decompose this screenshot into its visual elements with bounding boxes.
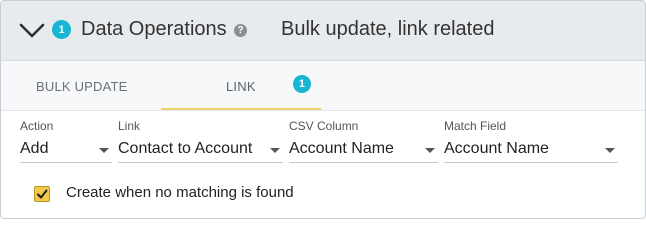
dropdown-arrow-icon: [99, 148, 109, 153]
csv-column-value: Account Name: [289, 140, 394, 157]
panel-header: 1 Data Operations ? Bulk update, link re…: [1, 1, 645, 61]
tab-link[interactable]: LINK 1: [161, 61, 321, 110]
link-select[interactable]: Contact to Account: [118, 135, 283, 163]
tab-bar: BULK UPDATE LINK 1: [1, 61, 645, 111]
data-operations-panel: 1 Data Operations ? Bulk update, link re…: [0, 0, 646, 219]
tab-label: LINK: [226, 79, 256, 94]
link-value: Contact to Account: [118, 140, 253, 157]
dropdown-arrow-icon: [605, 148, 615, 153]
csv-column-select[interactable]: Account Name: [289, 135, 438, 163]
dropdown-arrow-icon: [270, 148, 280, 153]
count-badge: 1: [52, 20, 71, 39]
tab-count-badge: 1: [293, 75, 311, 93]
dropdown-arrow-icon: [425, 148, 435, 153]
match-field-label: Match Field: [444, 119, 507, 133]
link-label: Link: [118, 119, 141, 133]
checkmark-icon: [37, 189, 48, 199]
create-when-no-match-label: Create when no matching is found: [66, 184, 294, 201]
help-icon[interactable]: ?: [234, 24, 247, 37]
create-when-no-match-checkbox[interactable]: [34, 186, 50, 202]
match-field-select[interactable]: Account Name: [444, 135, 618, 163]
header-subtitle: Bulk update, link related: [281, 18, 495, 40]
action-select[interactable]: Add: [20, 135, 112, 163]
tab-bulk-update[interactable]: BULK UPDATE: [1, 61, 161, 111]
match-field-value: Account Name: [444, 140, 549, 157]
csv-column-label: CSV Column: [289, 119, 359, 133]
section-title: Data Operations: [81, 18, 227, 40]
action-label: Action: [20, 119, 54, 133]
tab-label: BULK UPDATE: [36, 79, 128, 94]
chevron-down-icon[interactable]: [18, 21, 46, 39]
action-value: Add: [20, 140, 49, 157]
